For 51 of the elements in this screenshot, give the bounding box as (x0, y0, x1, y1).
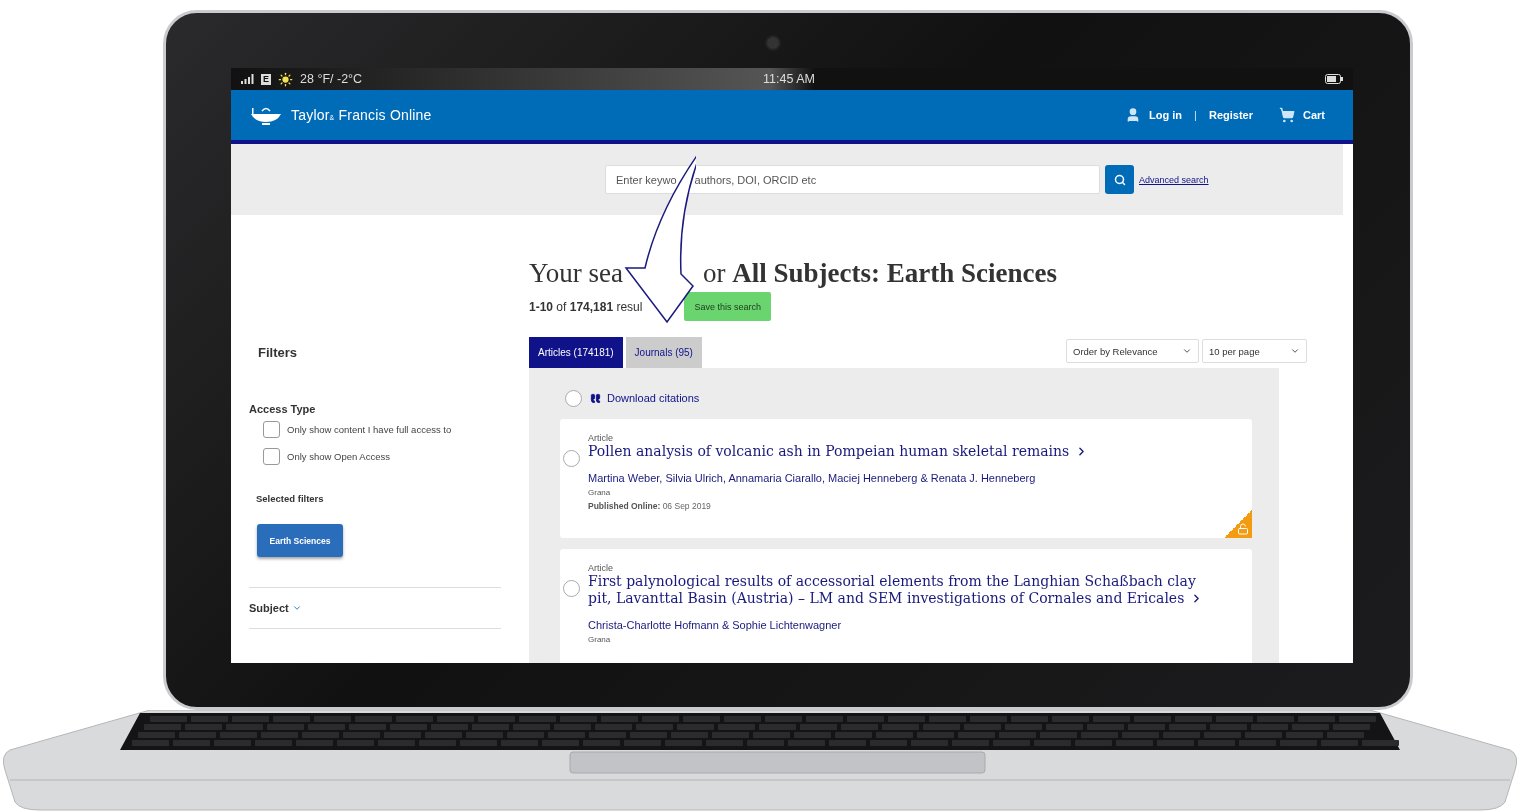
weather-text: 28 °F/ -2°C (300, 72, 363, 86)
checkbox-label: Only show content I have full access to (287, 424, 452, 435)
chevron-down-icon (291, 603, 302, 613)
chevron-down-icon (1182, 346, 1192, 356)
results-tab[interactable]: Articles (174181) (529, 337, 623, 368)
result-authors: Martina Weber, Silvia Ulrich, Annamaria Ciarallo, Maciej Henneberg & Renata J. Henneberg (588, 472, 1037, 484)
clock-time: 11:45 AM (763, 72, 815, 86)
dropdown-select[interactable]: Order by Relevance (1066, 339, 1199, 363)
result-published-date: Published Online: 06 Sep 2019 (588, 501, 712, 511)
filter-chip[interactable]: Earth Sciences (257, 524, 343, 557)
result-type: Article (588, 563, 614, 573)
filters-title: Filters (258, 345, 298, 360)
result-title-link[interactable]: Pollen analysis of volcanic ash in Pompeian human skeletal remains (588, 443, 1089, 460)
select-radio[interactable] (563, 580, 580, 597)
search-icon (1113, 173, 1126, 186)
result-title-link[interactable]: First palynological results of accessorial elements from the Langhian Schaßbach clay pit, Lavanttal Basin (Austria) – LM and SEM investigations of Cornales and Ericales (588, 573, 1208, 607)
select-all-radio[interactable] (565, 389, 582, 407)
network-type: E (261, 73, 271, 85)
results-tab[interactable]: Journals (95) (625, 337, 702, 368)
save-search-button[interactable]: Save this search (684, 292, 771, 321)
filter-section-toggle[interactable]: Subject (249, 602, 501, 614)
dropdown-select[interactable]: 10 per page (1202, 339, 1307, 363)
selected-filters-title: Selected filters (256, 493, 325, 504)
nav-separator: | (1194, 109, 1197, 121)
sun-icon (278, 71, 293, 87)
advanced-search-link[interactable]: Advanced search (1139, 174, 1209, 185)
result-journal: Grana (588, 635, 612, 644)
battery-icon (1325, 74, 1343, 84)
quote-icon (590, 392, 601, 404)
select-radio[interactable] (563, 450, 580, 467)
result-type: Article (588, 433, 614, 443)
access-type-title: Access Type (249, 403, 317, 415)
open-lock-icon (1237, 523, 1249, 535)
search-button[interactable] (1105, 165, 1134, 194)
camera-icon (765, 35, 781, 51)
checkbox[interactable] (263, 421, 280, 438)
lamp-logo-icon (249, 105, 283, 125)
checkbox-label: Only show Open Access (287, 451, 390, 462)
chevron-down-icon (1290, 346, 1300, 356)
download-citations-link[interactable]: Download citations (590, 392, 700, 404)
cart-icon (1279, 107, 1295, 123)
result-authors: Christa-Charlotte Hofmann & Sophie Lichtenwagner (588, 619, 843, 631)
search-field[interactable]: Enter keywo authors, DOI, ORCID etc (605, 165, 1100, 194)
cart-link[interactable]: Cart (1279, 107, 1325, 123)
login-link[interactable]: Log in (1125, 107, 1183, 123)
checkbox[interactable] (263, 448, 280, 465)
register-link[interactable]: Register (1208, 109, 1253, 121)
page-heading: Your sea or All Subjects: Earth Sciences (529, 257, 1058, 289)
result-journal: Grana (588, 488, 612, 497)
signal-icon (241, 74, 254, 84)
results-count: 1-10 of 174,181 resul (529, 299, 643, 314)
